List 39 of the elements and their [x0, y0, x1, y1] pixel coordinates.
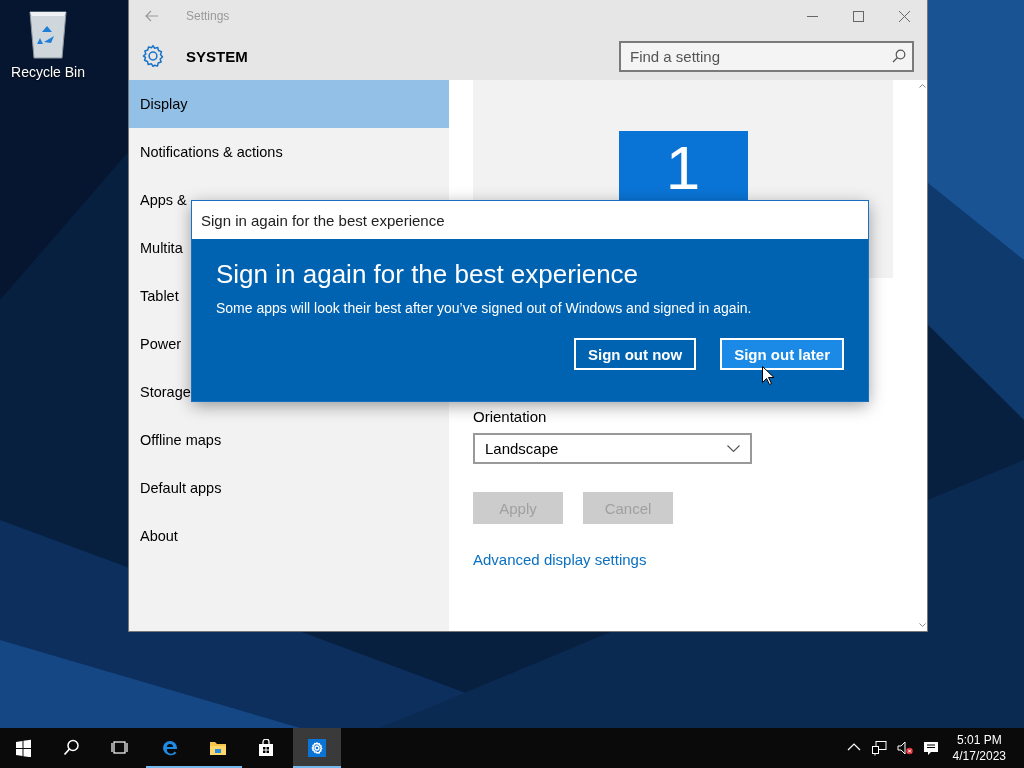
settings-link[interactable]: Advanced display settings: [473, 551, 647, 568]
dialog-button[interactable]: Sign out now: [574, 338, 697, 370]
store-icon: [257, 739, 275, 757]
clock-time[interactable]: 5:01 PM: [956, 732, 1002, 748]
sidebar-item[interactable]: Default apps: [129, 464, 449, 512]
gear-icon: [308, 739, 326, 757]
field-label: Orientation: [473, 408, 547, 425]
start-icon: [15, 739, 33, 757]
mouse-cursor-icon: [762, 366, 774, 385]
taskbar-button[interactable]: [293, 728, 341, 768]
search-field[interactable]: Find a setting: [619, 40, 914, 72]
chevron-down-icon: [727, 444, 740, 453]
monitor-number: 1: [665, 137, 701, 199]
gear-icon: [140, 43, 166, 69]
close-icon[interactable]: [898, 10, 910, 22]
window-title: Settings: [186, 9, 231, 23]
scroll-down-icon[interactable]: [918, 623, 926, 627]
dialog-message: Some apps will look their best after you’ve signed out of Windows and signed in again.: [216, 300, 753, 316]
dialog-heading: Sign in again for the best experience: [216, 259, 640, 290]
search-icon: [63, 739, 81, 757]
message-icon[interactable]: [922, 740, 939, 756]
network-icon[interactable]: [870, 740, 887, 756]
clock-date[interactable]: 4/17/2023: [952, 748, 1006, 764]
task-view-icon: [111, 739, 129, 757]
dialog-button[interactable]: Sign out later: [720, 338, 844, 370]
sidebar-item[interactable]: Display: [129, 80, 449, 128]
maximize-icon[interactable]: [852, 10, 864, 22]
section-title: SYSTEM: [186, 47, 249, 65]
search-icon[interactable]: [892, 48, 906, 63]
browser-icon: [161, 739, 179, 757]
scroll-up-icon[interactable]: [918, 84, 926, 88]
desktop-icon-label[interactable]: Recycle Bin: [11, 64, 85, 80]
speaker-muted-icon[interactable]: [896, 740, 913, 756]
sidebar-item[interactable]: Offline maps: [129, 416, 449, 464]
folder-icon: [209, 739, 227, 757]
sidebar-item[interactable]: Notifications & actions: [129, 128, 449, 176]
orientation-dropdown[interactable]: Landscape: [473, 433, 752, 464]
sidebar-item[interactable]: About: [129, 512, 449, 560]
dialog-title: Sign in again for the best experience: [192, 201, 868, 239]
